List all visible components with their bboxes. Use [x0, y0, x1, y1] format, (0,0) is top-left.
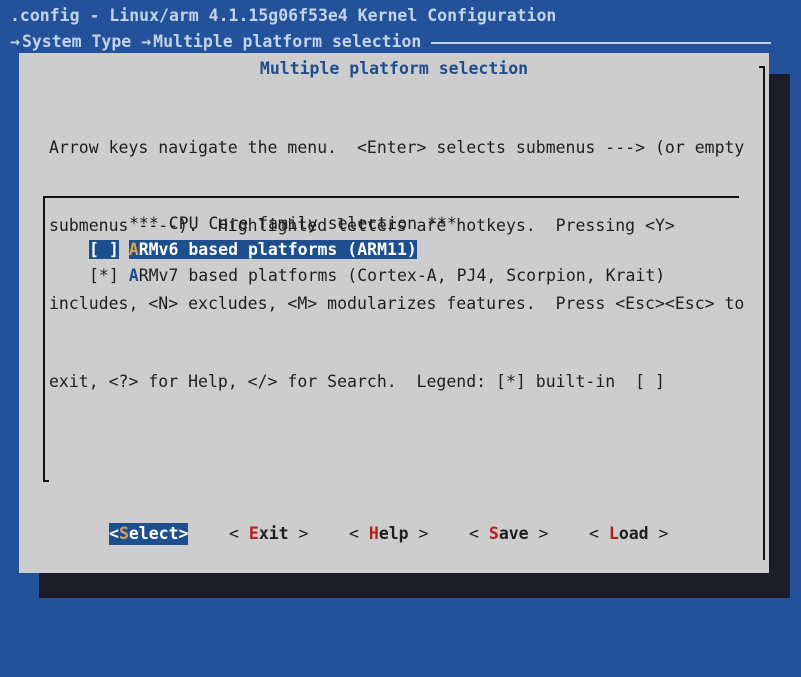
select-button[interactable]: <Select> [109, 523, 189, 545]
breadcrumb-item-system-type[interactable]: System Type [22, 32, 131, 52]
window-title: .config - Linux/arm 4.1.15g06f53e4 Kerne… [10, 6, 557, 25]
button-bar: <Select> < Exit > < Help > < Save > < Lo… [109, 523, 669, 677]
dialog-edge [763, 66, 765, 560]
dialog-title: Multiple platform selection [259, 59, 529, 78]
menu-item-armv6[interactable]: [ ] ARMv6 based platforms (ARM11) [89, 239, 417, 261]
help-button[interactable]: < Help > [349, 523, 429, 545]
breadcrumb: → System Type → Multiple platform selectio… [10, 32, 772, 52]
menu-box-border [43, 480, 49, 482]
checkbox[interactable]: [*] [89, 266, 119, 285]
menu-box-border [43, 196, 45, 482]
menu-box-border [43, 196, 739, 198]
menu-item-label: RMv6 based platforms (ARM11) [138, 240, 417, 259]
breadcrumb-arrow-icon: → [141, 32, 152, 51]
menu-item-armv7[interactable]: [*] ARMv7 based platforms (Cortex-A, PJ4… [89, 265, 665, 287]
save-button[interactable]: < Save > [469, 523, 549, 545]
menu-heading: *** CPU Core family selection *** [129, 214, 457, 233]
menuconfig-dialog: Multiple platform selection Arrow keys n… [19, 53, 769, 573]
breadcrumb-item-multiple-platform[interactable]: Multiple platform selection [153, 32, 421, 52]
menu-item-hotkey: A [128, 240, 139, 259]
help-line: Arrow keys navigate the menu. <Enter> se… [49, 138, 745, 157]
breadcrumb-arrow-icon: → [10, 32, 20, 51]
menu-item-label: RMv7 based platforms (Cortex-A, PJ4, Sco… [138, 266, 666, 285]
load-button[interactable]: < Load > [589, 523, 669, 545]
checkbox[interactable]: [ ] [89, 240, 119, 259]
breadcrumb-rule [431, 42, 772, 44]
menu-item-hotkey: A [128, 266, 139, 285]
exit-button[interactable]: < Exit > [229, 523, 309, 545]
